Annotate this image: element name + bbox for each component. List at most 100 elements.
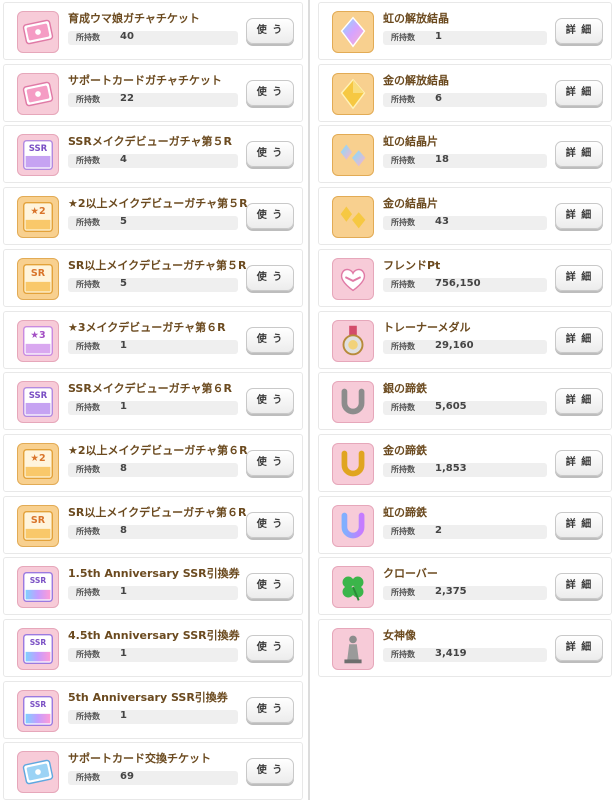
use-button[interactable]: 使 う [246, 511, 294, 538]
item-name: 女神像 [383, 629, 416, 642]
use-button[interactable]: 使 う [246, 18, 294, 44]
use-button[interactable]: 使 う [246, 449, 294, 476]
list-item: フレンドPt 所持数 756,150 詳 細 [318, 248, 612, 307]
details-button[interactable]: 詳 細 [555, 573, 603, 600]
owned-count-bar: 所持数 8 [68, 524, 238, 539]
gold-shard-icon [332, 196, 374, 239]
use-button[interactable]: 使 う [246, 758, 294, 785]
list-item: ★3 ★3メイクデビューガチャ第６R 所持数 1 使 う [3, 310, 303, 369]
owned-count-label: 所持数 [76, 94, 100, 104]
list-item: SSR SSRメイクデビューガチャ第６R 所持数 1 使 う [3, 372, 303, 431]
anniversary-ticket-icon: SSR [17, 689, 59, 732]
use-button[interactable]: 使 う [246, 696, 294, 723]
owned-count-bar: 所持数 1,853 [383, 462, 547, 477]
owned-count-value: 43 [435, 216, 449, 228]
owned-count-label: 所持数 [76, 218, 100, 228]
owned-count-label: 所持数 [391, 588, 415, 598]
owned-count-bar: 所持数 1 [68, 709, 238, 724]
item-name: SR以上メイクデビューガチャ第６R [68, 505, 247, 519]
details-button[interactable]: 詳 細 [555, 18, 603, 44]
list-item: 虹の蹄鉄所持数 2 詳 細 [318, 495, 612, 554]
owned-count-bar: 所持数 43 [383, 216, 547, 231]
owned-count-value: 8 [120, 524, 127, 536]
star3-ticket-icon: ★3 [17, 319, 59, 362]
use-button[interactable]: 使 う [246, 326, 294, 353]
owned-count-value: 2,375 [435, 586, 467, 598]
list-item: SR SR以上メイクデビューガチャ第６R 所持数 8 使 う [3, 495, 303, 554]
details-button[interactable]: 詳 細 [555, 388, 603, 415]
details-button[interactable]: 詳 細 [555, 449, 603, 476]
owned-count-label: 所持数 [76, 773, 100, 783]
medal-icon [332, 319, 374, 362]
owned-count-bar: 所持数 1 [68, 339, 238, 354]
item-name: フレンドPt [383, 258, 441, 272]
item-name: 銀の蹄鉄 [383, 382, 427, 396]
item-name: 金の解放結晶 [383, 73, 449, 87]
details-button[interactable]: 詳 細 [555, 79, 603, 106]
details-button[interactable]: 詳 細 [555, 141, 603, 168]
ssr-ticket-icon: SSR [17, 134, 59, 177]
details-button[interactable]: 詳 細 [555, 264, 603, 291]
list-item: 虹の解放結晶 所持数 1 詳 細 [318, 2, 612, 60]
svg-text:SR: SR [31, 515, 46, 526]
owned-count-bar: 所持数 18 [383, 154, 547, 169]
owned-count-label: 所持数 [76, 464, 100, 474]
owned-count-label: 所持数 [391, 94, 415, 104]
owned-count-value: 1 [120, 586, 127, 598]
owned-count-value: 8 [120, 462, 127, 474]
owned-count-bar: 所持数 3,419 [383, 648, 547, 662]
use-button[interactable]: 使 う [246, 388, 294, 415]
silver-horseshoe-icon [332, 381, 374, 424]
list-item: 金の蹄鉄 所持数 1,853 詳 細 [318, 433, 612, 492]
owned-count-bar: 所持数 4 [68, 154, 238, 169]
owned-count-value: 40 [120, 31, 134, 42]
list-item: 金の解放結晶 所持数 6 詳 細 [318, 63, 612, 122]
item-name: トレーナーメダル [383, 320, 471, 334]
svg-text:SSR: SSR [30, 576, 47, 585]
owned-count-value: 4 [120, 154, 127, 166]
owned-count-bar: 所持数 2,375 [383, 586, 547, 601]
use-button[interactable]: 使 う [246, 573, 294, 600]
item-name: 1.5th Anniversary SSR引換券 [68, 567, 240, 581]
owned-count-bar: 所持数 40 [68, 31, 238, 45]
owned-count-value: 3,419 [435, 648, 467, 659]
star2-ticket-icon: ★2 [17, 442, 59, 485]
svg-text:SSR: SSR [29, 145, 48, 155]
details-button[interactable]: 詳 細 [555, 511, 603, 538]
owned-count-label: 所持数 [76, 403, 100, 413]
owned-count-value: 29,160 [435, 339, 474, 351]
owned-count-value: 2 [435, 524, 442, 536]
details-button[interactable]: 詳 細 [555, 635, 603, 661]
use-button[interactable]: 使 う [246, 79, 294, 106]
owned-count-label: 所持数 [76, 33, 100, 42]
use-button[interactable]: 使 う [246, 264, 294, 291]
owned-count-label: 所持数 [391, 341, 415, 351]
list-item: 金の結晶片 所持数 43 詳 細 [318, 187, 612, 246]
owned-count-label: 所持数 [76, 526, 100, 536]
owned-count-label: 所持数 [76, 279, 100, 289]
item-name: 虹の解放結晶 [383, 12, 449, 25]
owned-count-value: 1 [435, 31, 442, 42]
owned-count-label: 所持数 [76, 588, 100, 598]
owned-count-bar: 所持数 22 [68, 92, 238, 107]
item-name: 虹の蹄鉄 [383, 505, 427, 519]
owned-count-bar: 所持数 5 [68, 216, 238, 231]
owned-count-bar: 所持数 2 [383, 524, 547, 539]
use-button[interactable]: 使 う [246, 203, 294, 230]
owned-count-bar: 所持数 1 [68, 648, 238, 662]
list-item: 女神像所持数 3,419 詳 細 [318, 619, 612, 677]
svg-text:SR: SR [31, 268, 46, 279]
goddess-statue-icon [332, 628, 374, 670]
use-button[interactable]: 使 う [246, 141, 294, 168]
svg-text:★2: ★2 [30, 206, 45, 217]
list-item: SSR 5th Anniversary SSR引換券 所持数 1 使 う [3, 680, 303, 739]
item-name: 虹の結晶片 [383, 135, 438, 149]
use-button[interactable]: 使 う [246, 635, 294, 661]
owned-count-label: 所持数 [391, 403, 415, 413]
gold-horseshoe-icon [332, 442, 374, 485]
list-item: SR SR以上メイクデビューガチャ第５R 所持数 5 使 う [3, 248, 303, 307]
owned-count-value: 5 [120, 277, 127, 289]
item-name: ★3メイクデビューガチャ第６R [68, 320, 226, 334]
details-button[interactable]: 詳 細 [555, 203, 603, 230]
details-button[interactable]: 詳 細 [555, 326, 603, 353]
